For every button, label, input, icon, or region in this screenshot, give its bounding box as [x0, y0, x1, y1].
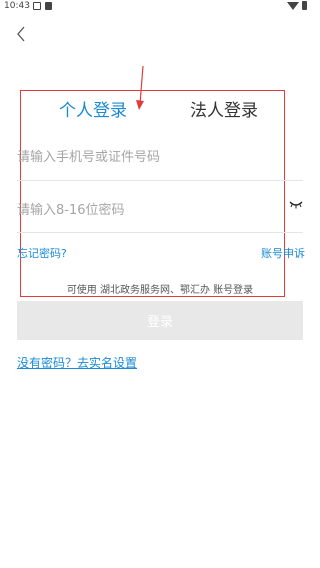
battery-icon: [302, 1, 307, 10]
signal-icon: [287, 2, 299, 10]
status-time: 10:43: [4, 1, 30, 11]
forgot-password-link[interactable]: 忘记密码?: [17, 245, 67, 261]
login-button[interactable]: 登录: [17, 301, 303, 340]
annotation-arrow-icon: [136, 65, 144, 110]
status-bar: 10:43: [0, 0, 320, 14]
set-password-via-realname-link[interactable]: 没有密码？去实名设置: [17, 354, 137, 371]
password-input[interactable]: 请输入8-16位密码: [17, 199, 125, 218]
tab-legal-person-login[interactable]: 法人登录: [190, 100, 258, 122]
account-appeal-link[interactable]: 账号申诉: [261, 245, 305, 261]
phone-or-id-input[interactable]: 请输入手机号或证件号码: [17, 146, 160, 165]
tab-personal-login[interactable]: 个人登录: [59, 100, 127, 122]
back-arrow-icon[interactable]: [10, 22, 34, 46]
phone-input-underline: [17, 180, 303, 181]
hide-password-eye-icon[interactable]: [289, 200, 303, 210]
password-input-underline: [17, 232, 303, 233]
alternate-account-hint: 可使用 湖北政务服务网、鄂汇办 账号登录: [66, 285, 254, 296]
gallery-notification-icon: [33, 2, 41, 10]
sim-notification-icon: [45, 2, 52, 10]
